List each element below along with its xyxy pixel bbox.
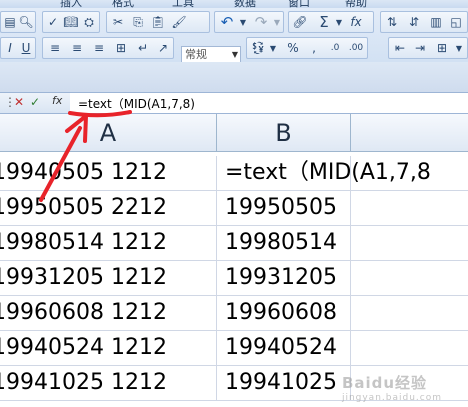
cell-b4[interactable]: 19931205: [217, 261, 351, 296]
menu-bar: 插入 格式 工具 数据 窗口 帮助: [0, 0, 468, 8]
underline-icon[interactable]: U: [18, 39, 34, 57]
formula-bar: ⋮ ✕ ✓ fx =text（MID(A1,7,8): [0, 92, 468, 114]
translate-icon[interactable]: ⛭: [80, 13, 98, 31]
cell-c4[interactable]: [351, 261, 468, 296]
menu-item[interactable]: 格式: [112, 0, 134, 8]
cell-c1[interactable]: [351, 156, 468, 191]
merge-center-icon[interactable]: ⊞: [110, 39, 132, 57]
cell-b6[interactable]: 19940524: [217, 331, 351, 366]
menu-item[interactable]: 数据: [234, 0, 256, 8]
orientation-icon[interactable]: ↗: [154, 39, 172, 57]
paste-icon[interactable]: 📋︎: [148, 13, 168, 31]
chevron-down-icon[interactable]: ▼: [268, 39, 278, 57]
cell-c2[interactable]: [351, 191, 468, 226]
cell-c3[interactable]: [351, 226, 468, 261]
spelling-icon[interactable]: ✓: [44, 13, 62, 31]
sort-descending-icon[interactable]: ⇵: [404, 13, 424, 31]
column-header-a[interactable]: A: [0, 114, 217, 152]
table-row: 19980514 1212 19980514: [0, 226, 468, 261]
decrease-indent-icon[interactable]: ⇤: [390, 39, 410, 57]
column-header-c[interactable]: [351, 114, 468, 152]
italic-icon[interactable]: I: [2, 39, 18, 57]
menu-item[interactable]: 插入: [60, 0, 82, 8]
chart-wizard-icon[interactable]: ▥: [426, 13, 446, 31]
format-painter-icon[interactable]: 🖌︎: [170, 13, 188, 31]
sort-ascending-icon[interactable]: ⇅: [382, 13, 402, 31]
cell-b7[interactable]: 19941025: [217, 366, 351, 401]
table-row: 19940524 1212 19940524: [0, 331, 468, 366]
chevron-down-icon[interactable]: ▼: [334, 13, 344, 31]
borders-icon[interactable]: ⊞: [432, 39, 452, 57]
percent-icon[interactable]: %: [282, 39, 304, 57]
chevron-down-icon[interactable]: ▼: [238, 13, 248, 31]
formula-bar-buttons: ⋮ ✕ ✓ fx: [0, 93, 70, 113]
align-center-icon[interactable]: ≡: [66, 39, 88, 57]
print-preview-icon[interactable]: 🔍︎: [18, 13, 34, 31]
increase-decimal-icon[interactable]: .0: [324, 39, 346, 57]
cell-a4[interactable]: 19931205 1212: [0, 261, 217, 296]
drawing-icon[interactable]: ◱: [446, 13, 466, 31]
undo-icon[interactable]: ↶: [216, 13, 238, 31]
insert-function-icon[interactable]: fx: [52, 94, 62, 107]
cell-a7[interactable]: 19941025 1212: [0, 366, 217, 401]
table-row: 19940505 1212 =text（MID(A1,7,8: [0, 156, 468, 191]
wrap-text-icon[interactable]: ↵: [132, 39, 154, 57]
toolbar-area: ▤ 🔍︎ ✓ 📖︎ ⛭ ✂ ⎘ 📋︎ 🖌︎ ↶ ▼ ↷ ▼ 🔗︎ Σ ▼ fx …: [0, 8, 468, 64]
cut-icon[interactable]: ✂: [108, 13, 128, 31]
cell-b2[interactable]: 19950505: [217, 191, 351, 226]
cell-a1[interactable]: 19940505 1212: [0, 156, 217, 191]
enter-icon[interactable]: ✓: [30, 95, 40, 109]
table-row: 19950505 2212 19950505: [0, 191, 468, 226]
number-format-value: 常规: [185, 48, 207, 61]
chevron-down-icon[interactable]: ▼: [272, 13, 282, 31]
cell-b3[interactable]: 19980514: [217, 226, 351, 261]
align-left-icon[interactable]: ≡: [44, 39, 66, 57]
cell-a2[interactable]: 19950505 2212: [0, 191, 217, 226]
watermark-subtext: jingyan.baidu.com: [341, 393, 442, 403]
cell-c6[interactable]: [351, 331, 468, 366]
hyperlink-icon[interactable]: 🔗︎: [290, 13, 310, 31]
worksheet-grid: 19940505 1212 =text（MID(A1,7,8 19950505 …: [0, 152, 468, 407]
decrease-decimal-icon[interactable]: .00: [346, 39, 366, 57]
align-right-icon[interactable]: ≡: [88, 39, 110, 57]
watermark-logo: Baidu经验 jingyan.baidu.com: [342, 372, 442, 403]
cell-b5[interactable]: 19960608: [217, 296, 351, 331]
cell-b1[interactable]: =text（MID(A1,7,8: [217, 156, 431, 191]
cell-a5[interactable]: 19960608 1212: [0, 296, 217, 331]
autosum-icon[interactable]: Σ: [314, 13, 334, 31]
cancel-icon[interactable]: ✕: [14, 95, 24, 109]
menu-item[interactable]: 窗口: [288, 0, 310, 8]
cell-c5[interactable]: [351, 296, 468, 331]
table-row: 19960608 1212 19960608: [0, 296, 468, 331]
research-icon[interactable]: 📖︎: [62, 13, 80, 31]
watermark-text: Baidu经验: [341, 374, 428, 392]
currency-icon[interactable]: 💱︎: [248, 39, 268, 57]
table-row: 19931205 1212 19931205: [0, 261, 468, 296]
chevron-down-icon[interactable]: ▼: [452, 39, 466, 57]
increase-indent-icon[interactable]: ⇥: [410, 39, 430, 57]
comma-style-icon[interactable]: ,: [304, 39, 324, 57]
toolbar-spacer: [0, 62, 468, 92]
copy-icon[interactable]: ⎘: [128, 13, 148, 31]
redo-icon[interactable]: ↷: [250, 13, 272, 31]
chevron-down-icon: ▼: [231, 50, 238, 59]
menu-item[interactable]: 工具: [172, 0, 194, 8]
print-icon[interactable]: ▤: [2, 13, 18, 31]
column-header-b[interactable]: B: [217, 114, 351, 152]
formula-input[interactable]: =text（MID(A1,7,8): [78, 95, 195, 112]
cell-a6[interactable]: 19940524 1212: [0, 331, 217, 366]
cell-a3[interactable]: 19980514 1212: [0, 226, 217, 261]
menu-item[interactable]: 帮助: [345, 0, 367, 8]
function-icon[interactable]: fx: [346, 13, 366, 31]
